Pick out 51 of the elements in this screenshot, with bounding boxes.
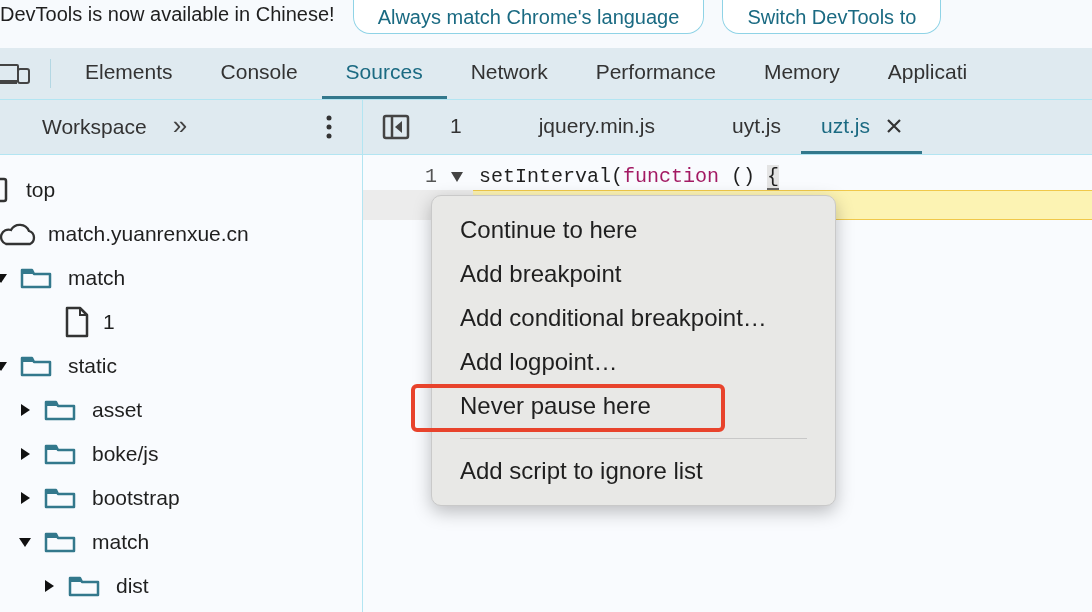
tree-item[interactable]: bootstrap — [92, 482, 180, 514]
tree-item[interactable]: match — [92, 526, 150, 558]
tree-item[interactable]: dist — [116, 570, 149, 602]
file-icon — [65, 306, 89, 338]
close-icon[interactable] — [886, 117, 903, 134]
banner-button[interactable]: Switch DevTools to — [722, 0, 942, 34]
collapsed-arrow-icon[interactable] — [18, 447, 32, 461]
tree-item[interactable]: static — [68, 350, 117, 382]
tree-item[interactable]: boke/js — [92, 438, 159, 470]
folder-icon — [44, 530, 76, 554]
collapsed-arrow-icon[interactable] — [18, 491, 32, 505]
panel-tab[interactable]: Memory — [739, 48, 864, 99]
tree-item[interactable]: asset — [92, 394, 143, 426]
panel-tab[interactable]: Performance — [571, 48, 740, 99]
more-options-icon[interactable] — [326, 115, 332, 139]
line-number: 1 — [424, 164, 437, 190]
file-tab[interactable]: uyt.js — [712, 100, 801, 154]
expanded-arrow-icon[interactable] — [18, 535, 32, 549]
banner-button[interactable]: Always match Chrome's language — [352, 0, 705, 34]
fold-arrow-icon — [451, 172, 463, 182]
panel-tab[interactable]: Elements — [61, 48, 197, 99]
panel-tab[interactable]: Console — [196, 48, 322, 99]
folder-icon — [44, 486, 76, 510]
sidebar-tab[interactable]: Workspace — [42, 111, 147, 143]
menu-item[interactable]: Never pause here — [432, 384, 835, 428]
file-tab[interactable]: jquery.min.js — [481, 100, 712, 154]
file-tab[interactable]: uzt.js — [801, 100, 923, 154]
folder-icon — [20, 266, 52, 290]
file-tab[interactable]: 1 — [430, 100, 482, 154]
menu-item[interactable]: Add script to ignore list — [432, 449, 835, 493]
folder-icon — [68, 574, 100, 598]
sidebar-toggle-icon — [382, 114, 410, 140]
folder-icon — [44, 442, 76, 466]
menu-item[interactable]: Add logpoint… — [432, 340, 835, 384]
menu-item[interactable]: Continue to here — [432, 208, 835, 252]
panel-tab[interactable]: Network — [446, 48, 572, 99]
tree-item[interactable]: top — [26, 174, 56, 206]
more-tabs-button[interactable]: » — [172, 112, 188, 138]
device-toolbar-icon — [0, 61, 32, 86]
tree-item[interactable]: 1 — [103, 306, 115, 338]
folder-icon — [20, 354, 52, 378]
folder-icon — [44, 398, 76, 422]
tree-item[interactable]: match.yuanrenxue.cn — [48, 218, 249, 250]
banner-message: DevTools is now available in Chinese! — [0, 2, 335, 26]
cloud-icon — [0, 221, 38, 247]
tree-item[interactable]: match — [68, 262, 126, 294]
menu-item[interactable]: Add breakpoint — [432, 252, 835, 296]
menu-item[interactable]: Add conditional breakpoint… — [432, 296, 835, 340]
collapsed-arrow-icon[interactable] — [18, 403, 32, 417]
panel-tab[interactable]: Applicati — [863, 48, 992, 99]
collapsed-arrow-icon[interactable] — [42, 579, 56, 593]
